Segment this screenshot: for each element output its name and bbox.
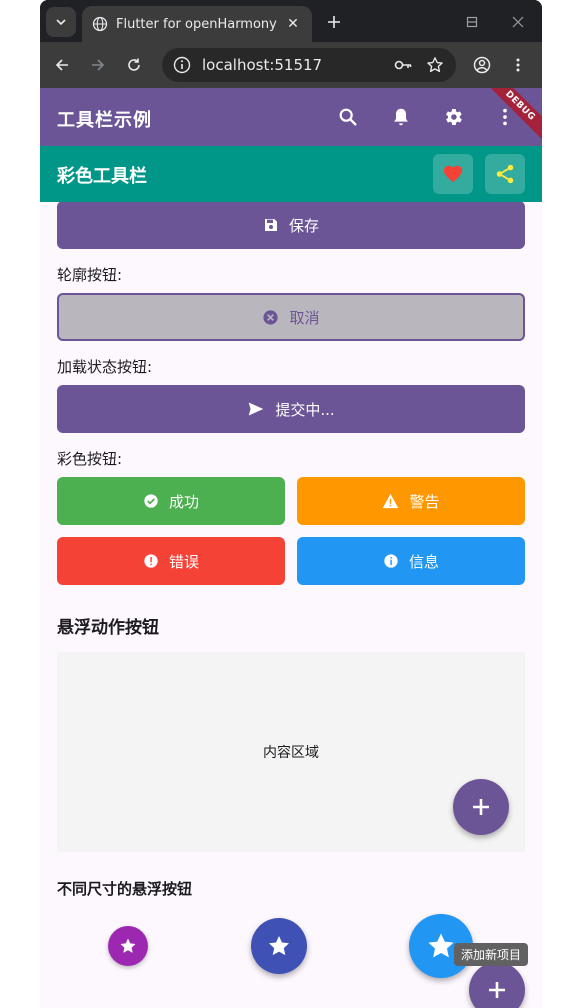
success-button-label: 成功 [168,492,199,511]
url-text: localhost:51517 [202,56,323,74]
small-star-fab[interactable] [108,926,148,966]
app-bar: 工具栏示例 DEBUG [40,88,542,146]
app-viewport: 工具栏示例 DEBUG 彩色工具栏 保存 轮廓按钮: 取消 加载状态按钮: 提交… [40,88,542,1008]
warning-icon [383,493,399,509]
globe-icon [92,16,108,32]
profile-button[interactable] [470,53,494,77]
arrow-left-icon [55,59,68,71]
arrow-right-icon [92,59,105,71]
color-buttons-label: 彩色按钮: [57,450,123,468]
star-outline-icon[interactable] [424,54,446,76]
browser-window: Flutter for openHarmony ✕ localhost:5151… [40,0,542,1008]
add-new-item-tooltip: 添加新项目 [454,943,529,966]
star-icon [428,933,454,958]
new-tab-button[interactable] [322,10,346,34]
save-button-label: 保存 [288,216,319,235]
browser-menu-button[interactable] [506,53,530,77]
color-toolbar: 彩色工具栏 [40,146,542,202]
submit-button[interactable]: 提交中... [57,385,525,433]
reload-button[interactable] [122,53,146,77]
search-icon[interactable] [336,105,360,129]
add-icon [473,799,489,815]
page-title: 工具栏示例 [57,110,152,131]
gear-icon[interactable] [441,105,465,129]
close-icon [512,16,524,28]
forward-button[interactable] [86,53,110,77]
back-button[interactable] [50,53,74,77]
star-icon [120,938,136,953]
more-vert-icon [516,58,520,72]
tab-strip: Flutter for openHarmony ✕ [40,0,542,42]
fab-sizes-title: 不同尺寸的悬浮按钮 [57,880,193,898]
error-button[interactable]: 错误 [57,537,285,585]
window-close-button[interactable] [506,10,530,34]
cancel-button[interactable]: 取消 [57,293,525,341]
address-bar[interactable]: localhost:51517 [162,48,456,82]
star-icon [269,936,289,956]
browser-tab[interactable]: Flutter for openHarmony ✕ [82,6,312,42]
outline-buttons-label: 轮廓按钮: [57,266,123,284]
error-icon [144,554,158,568]
maximize-button[interactable] [460,10,484,34]
cancel-button-label: 取消 [289,308,320,327]
loading-buttons-label: 加载状态按钮: [57,358,153,376]
info-icon [384,554,398,568]
fab-section-title: 悬浮动作按钮 [57,618,159,638]
check-circle-icon [144,494,158,508]
chevron-down-icon [56,19,66,26]
info-icon[interactable] [172,55,192,75]
share-button[interactable] [485,154,525,194]
success-button[interactable]: 成功 [57,477,285,525]
close-icon[interactable]: ✕ [284,15,302,33]
screen: Flutter for openHarmony ✕ localhost:5151… [0,0,576,1008]
browser-toolbar: localhost:51517 [40,42,542,88]
medium-star-fab[interactable] [251,918,307,974]
tab-search-button[interactable] [46,7,76,37]
account-icon [473,56,491,74]
save-icon [264,219,277,231]
content-area: 内容区域 [57,652,525,852]
scroll-content[interactable]: 保存 轮廓按钮: 取消 加载状态按钮: 提交中... 彩色按钮: 成功 警告 错… [40,202,542,1008]
tab-title: Flutter for openHarmony [116,16,277,32]
error-button-label: 错误 [168,552,199,571]
send-icon [249,402,264,416]
warning-button[interactable]: 警告 [297,477,525,525]
share-icon [496,164,514,184]
reload-icon [128,58,140,71]
submit-button-label: 提交中... [275,400,335,419]
save-button[interactable]: 保存 [57,202,525,249]
info-button[interactable]: 信息 [297,537,525,585]
color-toolbar-title: 彩色工具栏 [57,166,147,187]
info-button-label: 信息 [408,552,439,571]
bell-icon[interactable] [389,105,413,129]
add-icon [489,982,505,998]
warning-button-label: 警告 [409,492,440,511]
key-icon[interactable] [392,54,414,76]
maximize-icon [466,16,478,28]
content-area-label: 内容区域 [263,745,319,761]
plus-icon [328,16,340,28]
heart-icon [443,165,463,183]
cancel-icon [263,309,279,325]
add-fab[interactable] [453,779,509,835]
favorite-button[interactable] [433,154,473,194]
add-new-item-fab[interactable] [469,962,525,1008]
